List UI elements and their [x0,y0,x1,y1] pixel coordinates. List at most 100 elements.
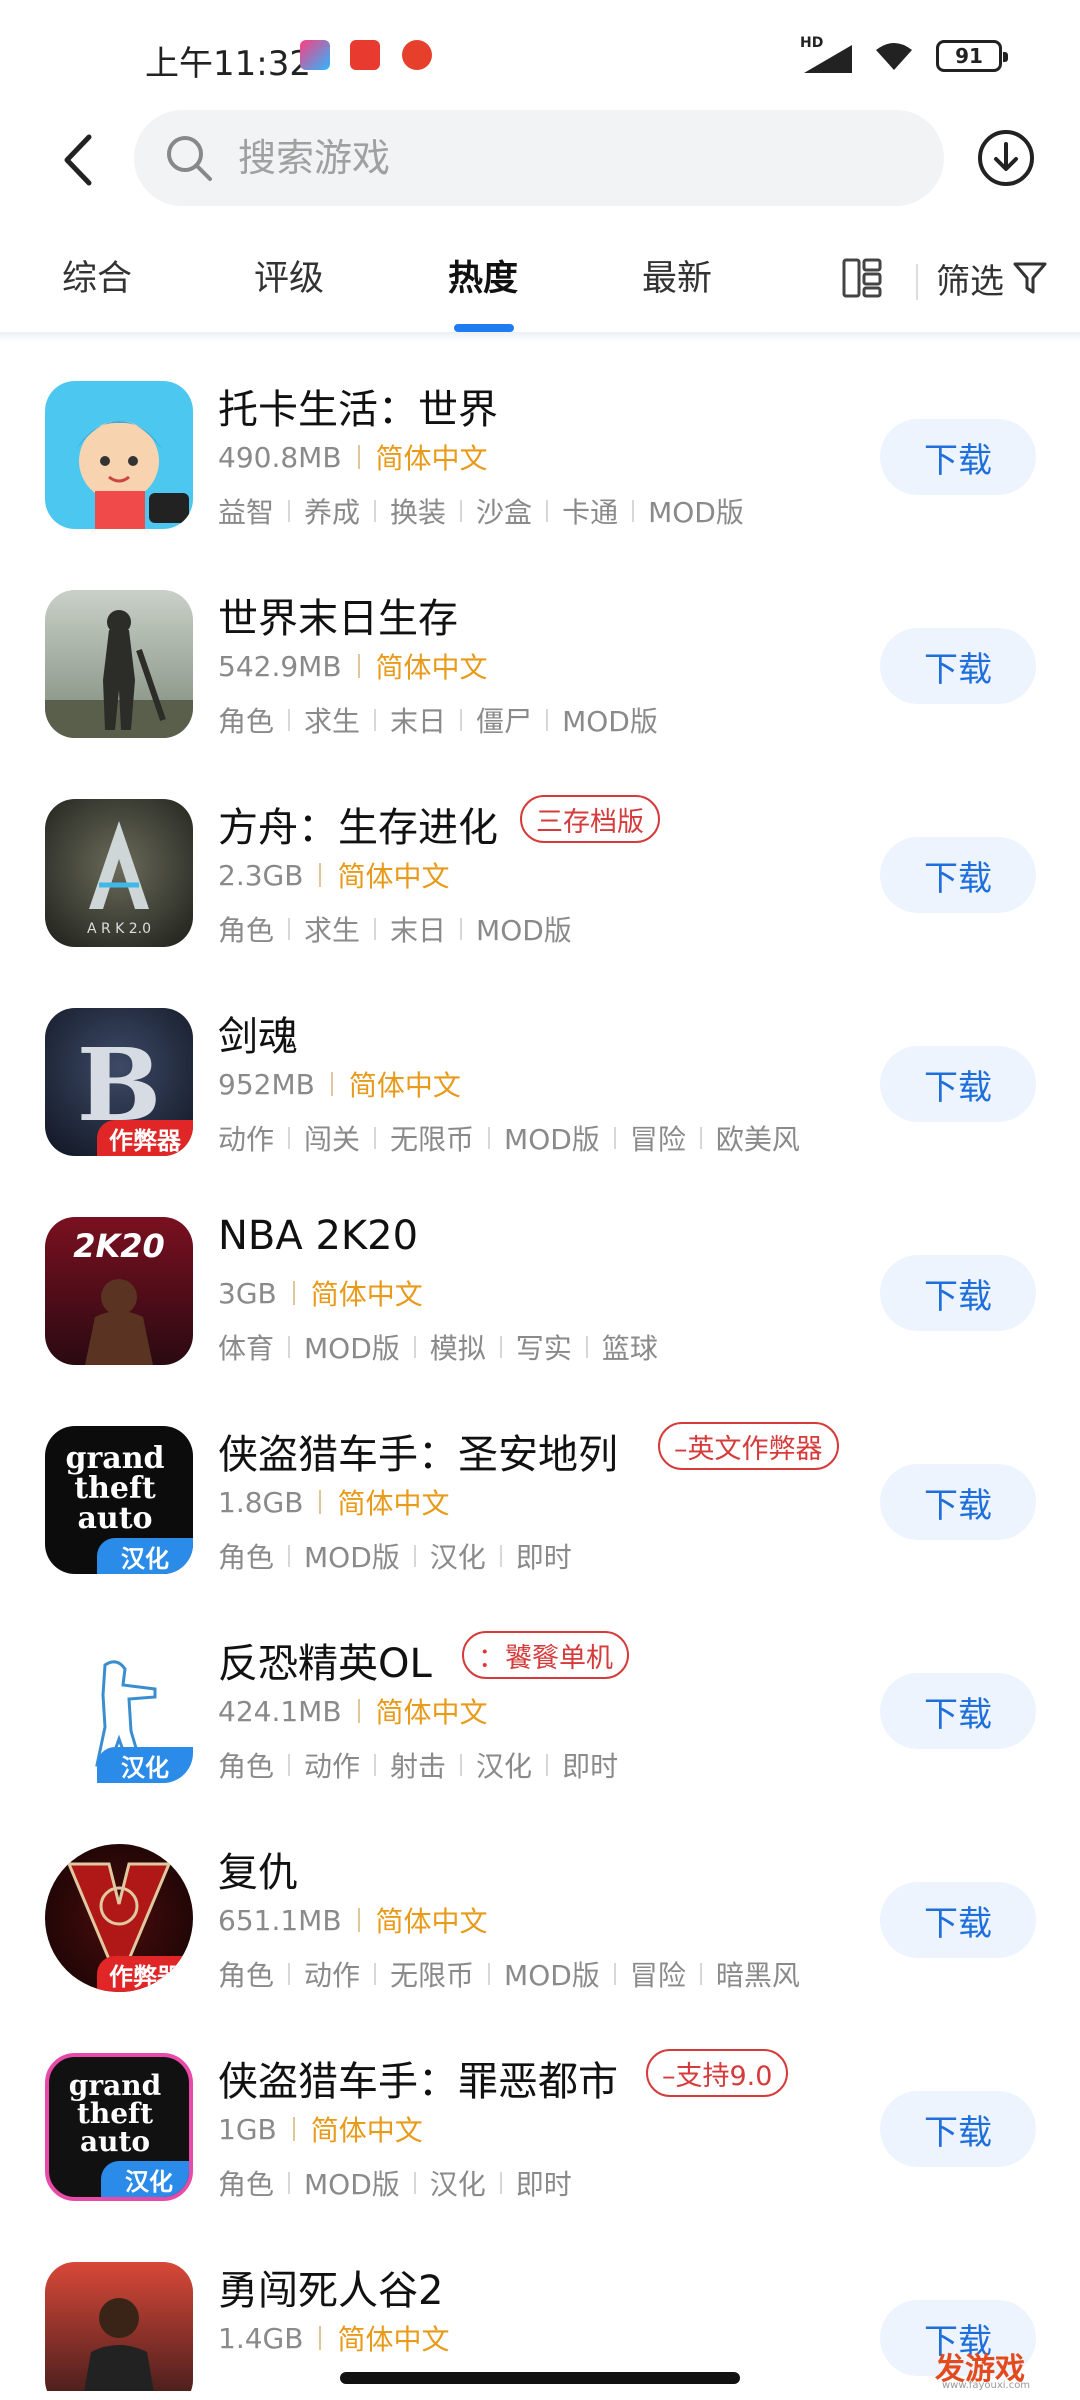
app-tags: 角色 求生 末日 僵尸 MOD版 [218,700,658,740]
toutiao-notification-icon [350,40,380,70]
localized-badge: 汉化 [97,1538,193,1574]
download-button[interactable]: 下载 [880,419,1036,495]
status-time: 上午11:32 [145,44,311,84]
tab-popularity[interactable]: 热度 [448,250,518,301]
app-name: NBA 2K20 [218,1213,419,1259]
app-tag: 换装 [390,496,447,529]
download-button[interactable]: 下载 [880,1046,1036,1122]
chevron-left-icon [64,134,92,186]
home-indicator[interactable] [340,2372,740,2384]
app-tag: MOD版 [504,1959,600,1992]
back-button[interactable] [48,128,108,192]
svg-text:auto: auto [80,2125,150,2158]
list-item[interactable]: 托卡生活：世界 490.8MB 简体中文 益智 养成 换装 沙盒 卡通 MOD版 … [0,345,1080,554]
list-item[interactable]: grand theft auto 汉化 侠盗猎车手：罪恶都市 –支持9.0 1GB 简… [0,2017,1080,2226]
app-language: 简体中文 [375,1905,488,1938]
app-tag: 动作 [218,1123,275,1156]
app-meta: 651.1MB 简体中文 [218,1900,488,1940]
grid-view-icon[interactable] [842,258,882,298]
active-tab-indicator [454,324,514,332]
app-tag: 角色 [218,1750,275,1783]
search-bar[interactable] [134,110,944,206]
app-tag: 角色 [218,705,275,738]
app-tag: 养成 [304,496,361,529]
app-language: 简体中文 [310,1278,423,1311]
app-meta: 1.8GB 简体中文 [218,1482,449,1522]
tab-newest[interactable]: 最新 [642,250,712,301]
app-tags: 体育 MOD版 模拟 写实 篮球 [218,1327,658,1367]
list-item[interactable]: 勇闯死人谷2 1.4GB 简体中文 下载 [0,2226,1080,2391]
app-tag: 模拟 [429,1332,486,1365]
list-item[interactable]: B 作弊器 剑魂 952MB 简体中文 动作 闯关 无限币 MOD版 冒险 欧美风… [0,972,1080,1181]
app-tag: 角色 [218,914,275,947]
svg-text:A R K 2.0: A R K 2.0 [87,921,151,937]
search-input[interactable] [238,136,838,180]
filter-button[interactable]: 筛选 [936,250,1048,306]
download-button[interactable]: 下载 [880,1464,1036,1540]
wifi-icon [876,43,912,70]
download-button[interactable]: 下载 [880,1882,1036,1958]
list-item[interactable]: A R K 2.0 方舟：生存进化 三存档版 2.3GB 简体中文 角色 求生 末… [0,763,1080,972]
status-indicators: HD 91 [800,35,1008,74]
app-language: 简体中文 [375,651,488,684]
download-button[interactable]: 下载 [880,1673,1036,1749]
battery-level: 91 [955,44,983,68]
app-tag: 无限币 [390,1123,475,1156]
app-tag: MOD版 [304,1541,400,1574]
app-size: 952MB [218,1067,315,1101]
app-size: 1.8GB [218,1485,304,1519]
app-name: 侠盗猎车手：圣安地列 [218,1432,618,1478]
app-tag: 角色 [218,2168,275,2201]
app-language: 简体中文 [375,442,488,475]
app-tags: 角色 求生 末日 MOD版 [218,909,572,949]
battery-icon: 91 [936,40,1008,72]
app-meta: 1.4GB 简体中文 [218,2318,449,2358]
tab-overall[interactable]: 综合 [62,250,132,301]
app-tag: 汉化 [476,1750,533,1783]
app-tag: MOD版 [648,496,744,529]
filter-icon [1013,262,1047,294]
app-tag: 僵尸 [476,705,533,738]
signal-icon: HD [800,35,852,73]
app-meta: 1GB 简体中文 [218,2109,423,2149]
app-icon-gta-vc: grand theft auto 汉化 [45,2053,193,2201]
app-tag: 即时 [562,1750,619,1783]
download-manager-icon[interactable] [976,128,1036,188]
list-item[interactable]: 作弊器 复仇 651.1MB 简体中文 角色 动作 无限币 MOD版 冒险 暗黑风… [0,1808,1080,2017]
app-tag: 冒险 [629,1959,686,1992]
app-tag: 卡通 [562,496,619,529]
app-icon-survival [45,590,193,738]
app-name: 反恐精英OL [218,1641,432,1687]
app-tag: 冒险 [629,1123,686,1156]
app-tag: 射击 [390,1750,447,1783]
app-tag: 汉化 [429,2168,486,2201]
download-button[interactable]: 下载 [880,1255,1036,1331]
app-language: 简体中文 [337,860,450,893]
download-button[interactable]: 下载 [880,837,1036,913]
filter-label: 筛选 [936,261,1004,302]
app-meta: 952MB 简体中文 [218,1064,461,1104]
list-item[interactable]: 世界末日生存 542.9MB 简体中文 角色 求生 末日 僵尸 MOD版 下载 [0,554,1080,763]
tab-rating[interactable]: 评级 [254,250,324,301]
app-tag: 益智 [218,496,275,529]
app-icon-nba2k20: 2K20 [45,1217,193,1365]
app-language: 简体中文 [310,2114,423,2147]
app-size: 2.3GB [218,858,304,892]
app-language: 简体中文 [375,1696,488,1729]
list-item[interactable]: 汉化 反恐精英OL ：饕餮单机 424.1MB 简体中文 角色 动作 射击 汉化 … [0,1599,1080,1808]
app-tag: 求生 [304,914,361,947]
list-item[interactable]: grand theft auto 汉化 侠盗猎车手：圣安地列 –英文作弊器 1.8G… [0,1390,1080,1599]
download-button[interactable]: 下载 [880,628,1036,704]
app-tag: 闯关 [304,1123,361,1156]
app-language: 简体中文 [337,2323,450,2356]
app-language: 简体中文 [348,1069,461,1102]
app-icon-vengeance: 作弊器 [45,1844,193,1992]
version-tag: ：饕餮单机 [462,1631,629,1679]
app-size: 1.4GB [218,2321,304,2355]
svg-text:2K20: 2K20 [73,1227,165,1265]
app-meta: 542.9MB 简体中文 [218,646,488,686]
list-item[interactable]: 2K20 NBA 2K20 3GB 简体中文 体育 MOD版 模拟 写实 篮球 下… [0,1181,1080,1390]
download-button[interactable]: 下载 [880,2091,1036,2167]
app-name: 复仇 [218,1850,298,1896]
app-size: 3GB [218,1276,277,1310]
